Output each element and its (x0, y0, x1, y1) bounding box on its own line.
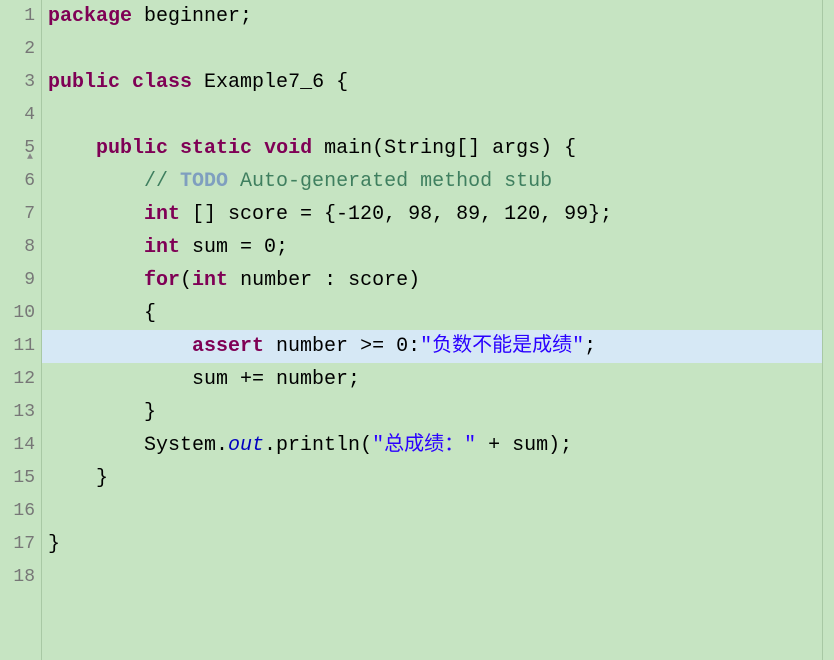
code-line[interactable]: int sum = 0; (42, 231, 822, 264)
keyword-package: package (48, 5, 132, 28)
code-line[interactable] (42, 561, 822, 594)
code-line[interactable]: public static void main(String[] args) { (42, 132, 822, 165)
line-number-gutter: 1 2 3 4 5 ▲ 6 7 8 9 10 11 12 13 14 15 16… (0, 0, 42, 660)
line-number: 15 (0, 462, 35, 495)
comment-text: Auto-generated method stub (228, 170, 552, 193)
code-text: Example7_6 { (192, 71, 348, 94)
code-text: } (48, 467, 108, 490)
code-line[interactable]: } (42, 396, 822, 429)
keyword-assert: assert (192, 335, 264, 358)
keyword-void: void (264, 137, 312, 160)
code-line[interactable]: // TODO Auto-generated method stub (42, 165, 822, 198)
code-line[interactable]: } (42, 528, 822, 561)
code-line[interactable]: { (42, 297, 822, 330)
comment-text: // (48, 170, 180, 193)
line-number: 16 (0, 495, 35, 528)
line-number: 14 (0, 429, 35, 462)
code-line[interactable]: sum += number; (42, 363, 822, 396)
code-text: } (48, 533, 60, 556)
overview-ruler[interactable] (822, 0, 834, 660)
code-line[interactable]: for(int number : score) (42, 264, 822, 297)
line-number: 17 (0, 528, 35, 561)
code-text: sum += number; (48, 368, 360, 391)
code-line[interactable]: package beginner; (42, 0, 822, 33)
code-line-current[interactable]: assert number >= 0:"负数不能是成绩"; (42, 330, 822, 363)
code-line[interactable]: public class Example7_6 { (42, 66, 822, 99)
code-text: main(String[] args) { (312, 137, 576, 160)
code-line[interactable]: int [] score = {-120, 98, 89, 120, 99}; (42, 198, 822, 231)
keyword-int: int (144, 236, 180, 259)
line-number: 13 (0, 396, 35, 429)
code-text: + sum); (476, 434, 572, 457)
code-text: ; (584, 335, 596, 358)
code-line[interactable]: System.out.println("总成绩：" + sum); (42, 429, 822, 462)
code-text: number : score) (228, 269, 420, 292)
code-text: beginner; (132, 5, 252, 28)
code-line[interactable] (42, 495, 822, 528)
line-number: 10 (0, 297, 35, 330)
code-text: } (48, 401, 156, 424)
keyword-public: public (96, 137, 168, 160)
code-line[interactable]: } (42, 462, 822, 495)
code-line[interactable] (42, 99, 822, 132)
code-text: [] score = {-120, 98, 89, 120, 99}; (180, 203, 612, 226)
field-out: out (228, 434, 264, 457)
code-text: .println( (264, 434, 372, 457)
keyword-int: int (192, 269, 228, 292)
keyword-int: int (144, 203, 180, 226)
line-number: 3 (0, 66, 35, 99)
code-text: { (48, 302, 156, 325)
keyword-class: class (132, 71, 192, 94)
string-literal: "总成绩：" (372, 434, 476, 457)
line-number: 9 (0, 264, 35, 297)
line-number: 18 (0, 561, 35, 594)
line-number: 2 (0, 33, 35, 66)
todo-tag: TODO (180, 170, 228, 193)
line-number: 11 (0, 330, 35, 363)
line-number: 1 (0, 0, 35, 33)
code-editor[interactable]: package beginner; public class Example7_… (42, 0, 822, 660)
line-number: 12 (0, 363, 35, 396)
code-text: sum = 0; (180, 236, 288, 259)
code-text: System. (48, 434, 228, 457)
keyword-for: for (144, 269, 180, 292)
line-number: 6 (0, 165, 35, 198)
line-number: 7 (0, 198, 35, 231)
keyword-public: public (48, 71, 120, 94)
string-literal: "负数不能是成绩" (420, 335, 584, 358)
keyword-static: static (180, 137, 252, 160)
line-number: 8 (0, 231, 35, 264)
line-number: 5 ▲ (0, 132, 35, 165)
code-text: number >= 0: (264, 335, 420, 358)
line-number: 4 (0, 99, 35, 132)
code-line[interactable] (42, 33, 822, 66)
